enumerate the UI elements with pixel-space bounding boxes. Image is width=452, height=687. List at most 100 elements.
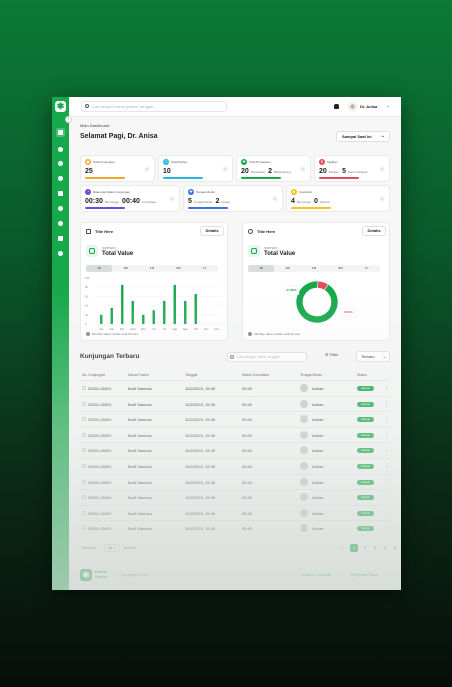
sidebar-collapse-button[interactable]: ‹ [65,116,72,123]
sidebar-item-staff[interactable] [56,219,65,228]
range-tab-6m[interactable]: 6M [165,265,191,272]
kebab-menu-icon[interactable]: ⋮ [384,494,389,500]
chevron-right-icon[interactable]: › [379,166,385,172]
terms-link[interactable]: Syarat & Ketentuan [301,573,331,577]
range-tab-1w[interactable]: 1W [274,265,300,272]
kebab-menu-icon[interactable]: ⋮ [384,385,389,391]
table-row[interactable]: 20001-00001 Budi Santoso 10/2/2023, 15:45 0… [80,504,390,520]
sidebar-item-care[interactable] [56,159,65,168]
range-tab-1y[interactable]: 1Y [192,265,218,272]
kebab-menu-icon[interactable]: ⋮ [384,510,389,516]
range-tab-6m[interactable]: 6M [327,265,353,272]
bar-jun[interactable] [152,310,155,324]
th-status[interactable]: Status [357,373,367,377]
stat-card-patients[interactable]: ☺ Total Pasien 10 › [158,155,233,182]
range-tab-1m[interactable]: 1M [139,265,165,272]
bar-mar[interactable] [121,284,124,324]
sidebar-item-home[interactable] [56,128,65,137]
range-tab-1d[interactable]: 1D [86,265,113,272]
kebab-menu-icon[interactable]: ⋮ [384,447,389,453]
stat-card-care[interactable]: ✚ Total Perawatan 20 Perawatan 2 Berlangsun… [236,155,311,182]
kebab-menu-icon[interactable]: ⋮ [384,432,389,438]
range-tab-1y[interactable]: 1Y [354,265,380,272]
stat-card-medics[interactable]: ✚ Tenaga Medis 5 Tenaga Medis 2 Dokter › [183,185,283,212]
table-row[interactable]: 20001-00001 Budi Santoso 10/2/2023, 15:45 0… [80,520,390,535]
row-checkbox[interactable] [82,464,86,468]
chevron-right-icon[interactable]: › [379,196,385,202]
sidebar-item-inventory[interactable] [56,234,65,243]
page-1[interactable]: 1 [350,544,358,552]
sidebar-item-billing[interactable] [56,204,65,213]
stat-card-visits[interactable]: ▣ Total Kunjungan 25 › [80,155,155,182]
sidebar-item-settings[interactable] [56,249,65,258]
table-row[interactable]: 20001-00001 Budi Santoso 10/2/2023, 15:45 0… [80,426,390,442]
kebab-menu-icon[interactable]: ⋮ [384,525,389,531]
bar-feb[interactable] [110,307,113,324]
per-page-select[interactable]: 10 ⌄ [104,544,120,552]
th-date[interactable]: Tanggal [185,373,197,377]
bar-sep[interactable] [184,301,187,324]
table-row[interactable]: 20001-00001 Budi Santoso 10/2/2023, 15:45 0… [80,458,390,473]
avatar[interactable] [349,103,356,110]
table-row[interactable]: 20001-00001 Budi Santoso 10/2/2023, 15:45 0… [80,473,390,489]
range-tab-1w[interactable]: 1W [112,265,138,272]
page-5[interactable]: 5 [391,544,399,552]
row-checkbox[interactable] [82,401,86,406]
search-input[interactable]: Cari dengan nama pasien, tanggal... [81,101,227,112]
th-medic[interactable]: Tenaga Medis [300,373,322,377]
range-tab-1m[interactable]: 1M [301,265,327,272]
row-checkbox[interactable] [82,510,86,515]
period-select[interactable]: Sampai Saat Ini ⌄ [336,131,390,142]
stat-card-inventory[interactable]: ■ Inventaris 4 Menunggu 0 Selesai › [286,185,390,212]
stat-card-avg-time[interactable]: ◔ Rata-rata Waktu Kunjungan 00:30 Menunggu… [80,185,180,212]
kebab-menu-icon[interactable]: ⋮ [384,401,389,407]
chevron-right-icon[interactable]: › [300,166,306,172]
sort-select[interactable]: Terbaru ⌄ [356,351,390,362]
bell-icon[interactable] [334,104,339,109]
row-checkbox[interactable] [82,495,86,500]
table-row[interactable]: 20001-00001 Budi Santoso 10/2/2023, 15:45 0… [80,395,390,411]
row-checkbox[interactable] [82,526,86,531]
row-checkbox[interactable] [82,386,86,390]
user-name[interactable]: Dr. Anisa [360,104,377,109]
row-checkbox[interactable] [82,417,86,422]
page-2[interactable]: 2 [361,544,369,552]
kebab-menu-icon[interactable]: ⋮ [384,479,389,485]
sidebar-item-appointments[interactable] [56,145,65,154]
page-4[interactable]: 4 [381,544,389,552]
chevron-right-icon[interactable]: › [144,166,150,172]
donut-slice-green[interactable] [295,280,339,324]
row-checkbox[interactable] [82,432,86,437]
chevron-down-icon[interactable]: ⌄ [386,103,390,109]
page-3[interactable]: 3 [371,544,379,552]
table-search-input[interactable]: Cari dengan nama, tanggal... [227,352,307,362]
bar-jul[interactable] [163,301,166,324]
chevron-right-icon[interactable]: › [272,196,278,202]
privacy-link[interactable]: Kebijakan Privasi [351,573,378,577]
filter-button[interactable]: ☰ Filter [325,352,339,357]
sidebar-item-patients[interactable] [56,174,65,183]
bar-agu[interactable] [173,284,176,324]
stat-card-billing[interactable]: $ Tagihan 20 Dibayar 5 Belum Dibayar › [314,155,390,182]
app-logo[interactable]: ✱ [55,101,66,112]
chevron-left-icon[interactable]: ‹ [342,545,344,551]
breadcrumb[interactable]: Main Dashboard [80,123,109,128]
kebab-menu-icon[interactable]: ⋮ [384,416,389,422]
th-consult-time[interactable]: Waktu Konsultasi [242,373,269,377]
bar-okt[interactable] [194,294,197,324]
bar-april[interactable] [131,301,134,324]
th-visit-no[interactable]: No. Kunjungan [82,373,105,377]
table-row[interactable]: 20001-00001 Budi Santoso 10/2/2023, 15:45 0… [80,489,390,504]
sidebar-item-records[interactable] [56,189,65,198]
table-row[interactable]: 20001-00001 Budi Santoso 10/2/2023, 15:45 0… [80,380,390,395]
row-checkbox[interactable] [82,448,86,453]
chevron-right-icon[interactable]: › [222,166,228,172]
range-tab-1d[interactable]: 1D [248,265,275,272]
row-checkbox[interactable] [82,479,86,484]
chevron-right-icon[interactable]: › [169,196,175,202]
table-row[interactable]: 20001-00001 Budi Santoso 10/2/2023, 15:45 0… [80,442,390,457]
bar-mei[interactable] [142,314,145,324]
details-button[interactable]: Details [362,226,386,236]
table-row[interactable]: 20001-00001 Budi Santoso 10/2/2023, 15:45 0… [80,411,390,426]
th-patient-name[interactable]: Nama Pasien [128,373,149,377]
